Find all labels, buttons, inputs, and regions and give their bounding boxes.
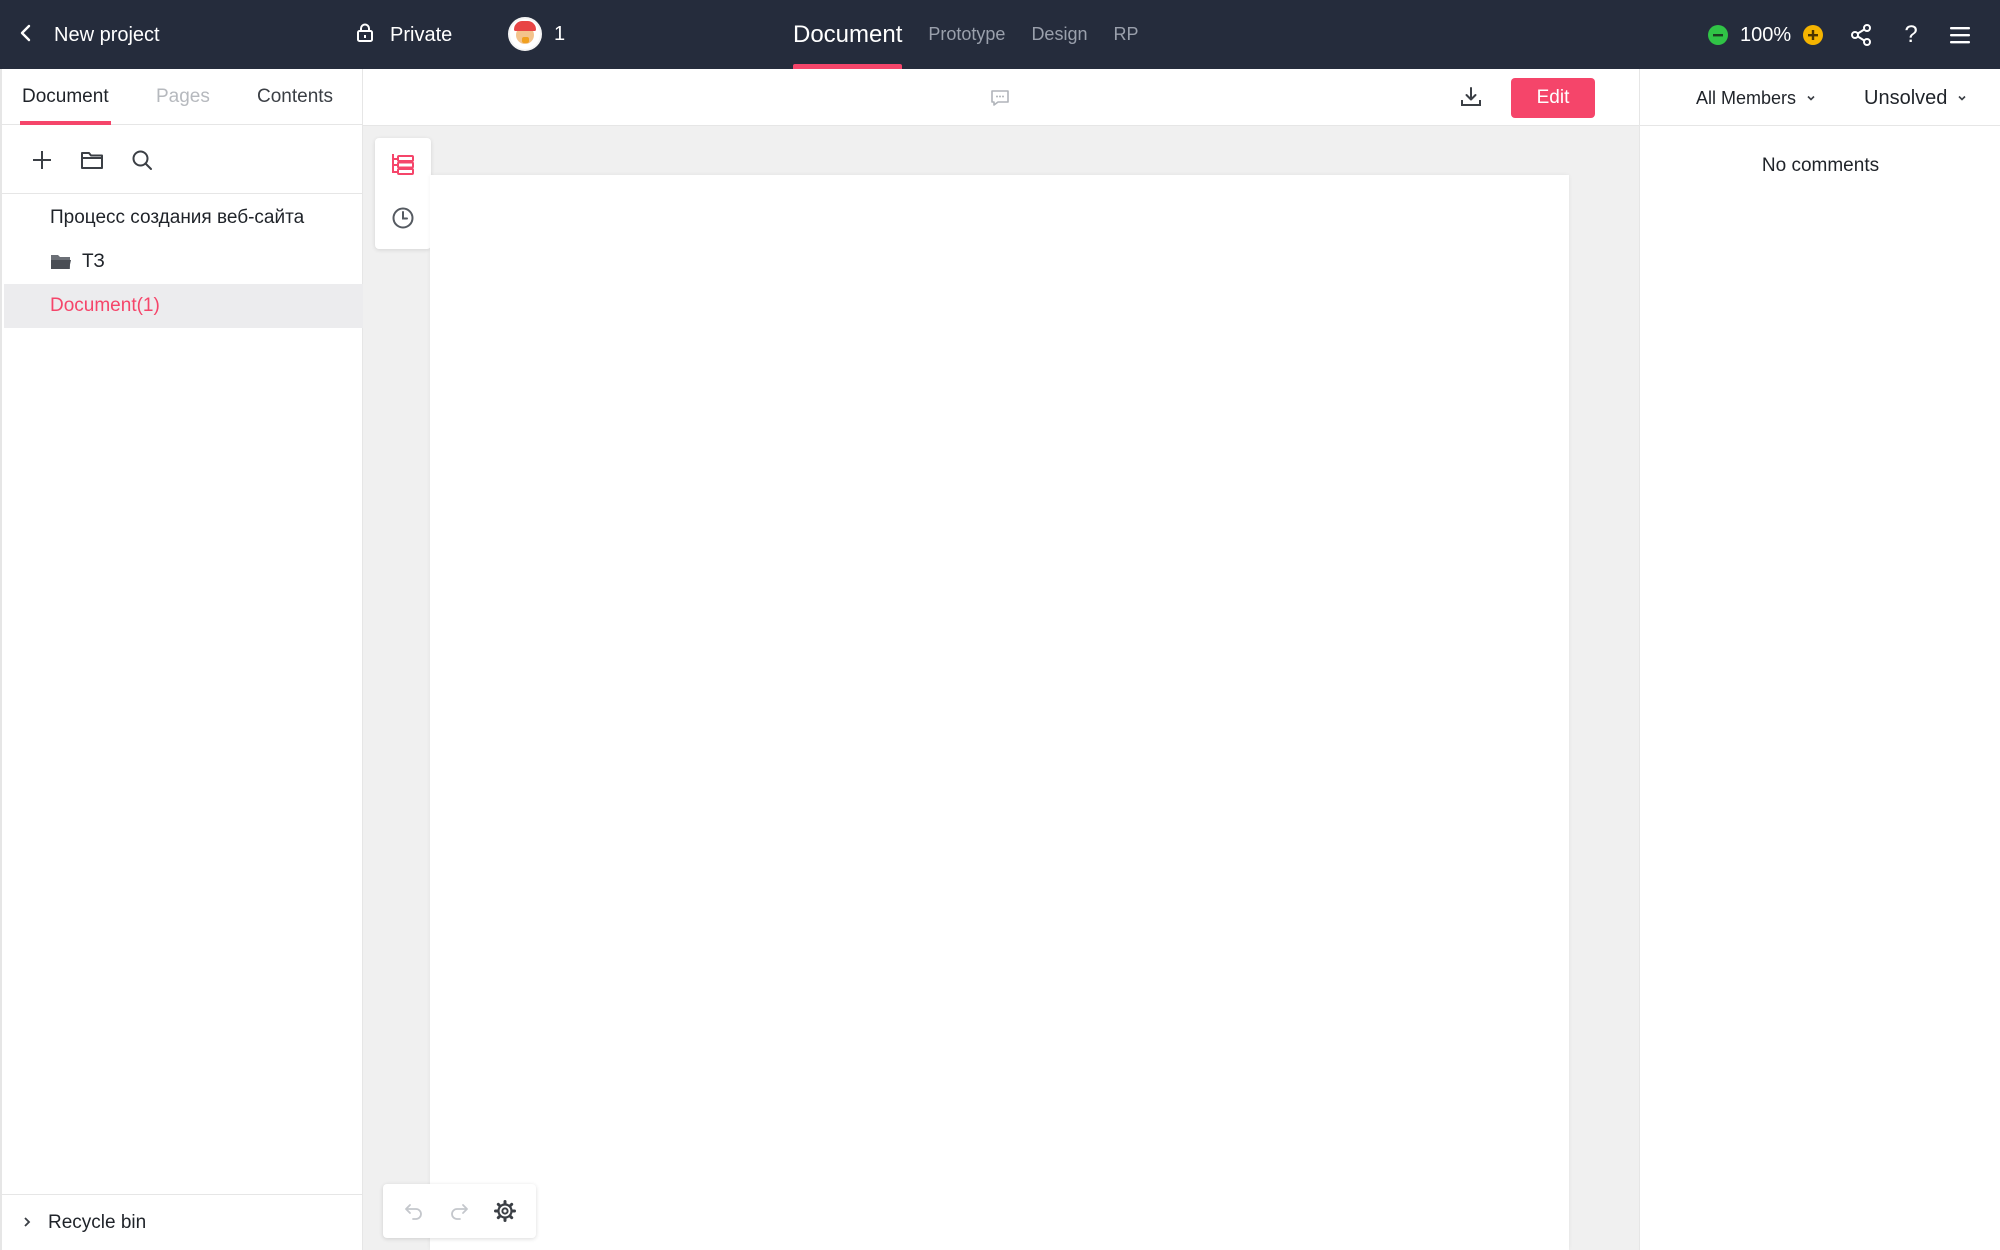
zoom-control: 100% [1708, 18, 1824, 52]
sidebar-toolbar [30, 148, 154, 172]
undo-redo-bar [383, 1184, 536, 1238]
tab-rp[interactable]: RP [1100, 0, 1151, 69]
module-tabs: Document Prototype Design RP [780, 0, 1151, 69]
tab-prototype[interactable]: Prototype [915, 0, 1018, 69]
hamburger-menu-icon [1950, 27, 1970, 44]
tree-item-label: Процесс создания веб-сайта [50, 207, 305, 228]
members-filter-label: All Members [1696, 87, 1797, 108]
settings-button[interactable] [491, 1197, 519, 1225]
undo-button[interactable] [400, 1197, 428, 1225]
privacy-button[interactable]: Private [356, 18, 452, 52]
sidebar-tab-contents[interactable]: Contents [257, 69, 333, 125]
lock-icon [356, 23, 374, 48]
document-canvas-area: Edit [363, 69, 1639, 1250]
status-filter-dropdown[interactable]: Unsolved [1864, 83, 1967, 113]
add-document-button[interactable] [30, 148, 54, 172]
folder-icon [81, 152, 103, 169]
sidebar-tabs: Document Pages Contents [2, 69, 363, 125]
project-name: New project [54, 23, 160, 46]
comment-toggle-button[interactable] [989, 88, 1011, 108]
zoom-in-button[interactable] [1803, 25, 1824, 45]
tree-item-label: ТЗ [82, 251, 105, 272]
folder-icon [50, 253, 72, 271]
zoom-level: 100% [1740, 23, 1792, 46]
comments-filters: All Members Unsolved [1640, 69, 2000, 126]
document-side-tools [375, 138, 431, 249]
left-sidebar: Document Pages Contents Процесс создания… [0, 69, 363, 1250]
tree-item-folder[interactable]: ТЗ [4, 240, 363, 284]
tab-document[interactable]: Document [780, 0, 915, 69]
status-filter-label: Unsolved [1864, 86, 1948, 109]
document-page[interactable] [430, 175, 1569, 1250]
add-folder-button[interactable] [80, 148, 104, 172]
tree-item-document-selected[interactable]: Document(1) [4, 284, 363, 328]
recycle-bin-label: Recycle bin [48, 1211, 147, 1233]
chevron-right-icon [22, 1212, 32, 1234]
divider [2, 193, 363, 194]
tab-design[interactable]: Design [1018, 0, 1100, 69]
search-button[interactable] [130, 148, 154, 172]
plus-icon [33, 151, 51, 169]
top-bar: New project Private 1 Document Prototype… [0, 0, 2000, 69]
download-icon [1461, 87, 1481, 106]
privacy-label: Private [390, 23, 453, 46]
edit-button[interactable]: Edit [1511, 78, 1595, 118]
document-toolbar: Edit [363, 69, 1639, 126]
gear-icon [494, 1200, 517, 1222]
empty-comments-message: No comments [1761, 155, 1880, 176]
chevron-down-icon [1958, 95, 1966, 101]
tree-item-label: Document(1) [50, 295, 160, 316]
share-icon [1851, 24, 1871, 46]
help-icon: ? [1904, 21, 1918, 48]
sidebar-tab-document[interactable]: Document [20, 69, 111, 125]
redo-button[interactable] [445, 1197, 473, 1225]
recycle-bin[interactable]: Recycle bin [2, 1194, 363, 1250]
redo-icon [451, 1204, 469, 1220]
search-icon [132, 150, 152, 170]
user-avatar[interactable] [508, 17, 542, 51]
download-button[interactable] [1459, 85, 1483, 109]
outline-button[interactable] [389, 150, 417, 178]
clock-icon [392, 207, 414, 229]
plus-icon [1808, 30, 1819, 40]
collaborator-count: 1 [554, 22, 566, 45]
zoom-out-button[interactable] [1708, 25, 1728, 45]
collaborators[interactable]: 1 [508, 16, 565, 52]
outline-tree-icon [392, 154, 414, 175]
back-to-project-button[interactable]: New project [18, 18, 160, 52]
main-menu-button[interactable] [1946, 22, 1974, 48]
minus-icon [1713, 34, 1723, 37]
chevron-left-icon [18, 23, 34, 48]
help-button[interactable]: ? [1898, 18, 1924, 52]
undo-icon [404, 1204, 422, 1220]
tree-item-document[interactable]: Процесс создания веб-сайта [4, 196, 363, 240]
sidebar-tab-pages: Pages [156, 86, 210, 107]
share-button[interactable] [1848, 22, 1874, 48]
comment-icon [991, 90, 1009, 106]
chevron-down-icon [1807, 95, 1815, 101]
history-button[interactable] [389, 204, 417, 232]
comments-panel: All Members Unsolved No comments [1639, 69, 2000, 1250]
members-filter-dropdown[interactable]: All Members [1696, 83, 1816, 113]
